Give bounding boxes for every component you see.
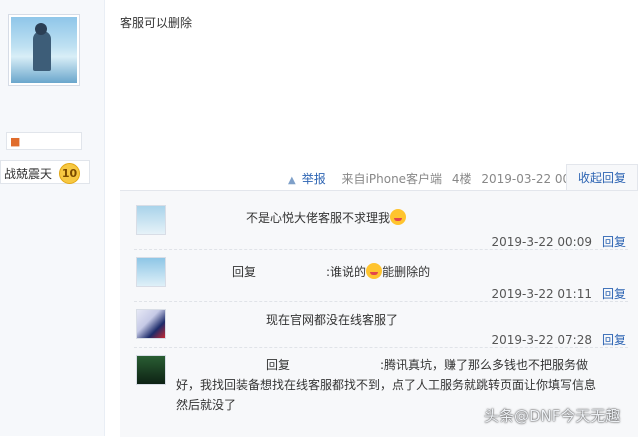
warning-icon: ▲ <box>288 175 296 186</box>
reply-meta: 2019-3-22 00:09 回复 <box>491 233 626 250</box>
reply-content-end: 然后就没了 <box>176 398 237 412</box>
reply-time: 2019-3-22 01:11 <box>491 287 592 301</box>
reply-button[interactable]: 回复 <box>602 235 626 249</box>
reply-content-continued: 好，我找回装备想找在线客服都找不到，点了人工服务就跳转页面让你填写信息 <box>176 378 597 392</box>
thinking-emoji-icon <box>366 263 383 279</box>
post-source: 来自iPhone客户端 <box>341 172 443 186</box>
post-content: 客服可以删除 <box>120 16 193 30</box>
post-meta: ▲ 举报 来自iPhone客户端 4楼 2019-03-22 00:03 <box>288 170 596 186</box>
divider <box>134 249 628 250</box>
reply-list: 不是心悦大佬客服不求理我 2019-3-22 00:09 回复 回复 :谁说的 能删除… <box>120 190 638 437</box>
avatar-image <box>11 17 77 83</box>
reply-meta: 2019-3-22 01:11 回复 <box>491 285 626 302</box>
reply-line-1: 回复 :腾讯真坑，赚了那么多钱也不把服务做 <box>176 355 632 375</box>
reply-content-suffix: 能删除的 <box>382 265 431 279</box>
reply-prefix: 回复 <box>266 358 291 372</box>
reply-prefix: 回复 <box>232 265 257 279</box>
reply-text: 回复 :谁说的 能删除的 <box>176 263 430 280</box>
reply-content: 现在官网都没在线客服了 <box>266 313 399 327</box>
reply-avatar[interactable] <box>136 257 166 287</box>
report-label: 举报 <box>301 172 326 186</box>
game-badge[interactable]: ■ <box>6 132 82 150</box>
reply-text: 不是心悦大佬客服不求理我 <box>176 209 407 226</box>
reply-content: 不是心悦大佬客服不求理我 <box>246 211 391 225</box>
reply-button[interactable]: 回复 <box>602 333 626 347</box>
reply-line-2: 好，我找回装备想找在线客服都找不到，点了人工服务就跳转页面让你填写信息 <box>120 375 632 395</box>
level-title: 战兢震天 <box>4 167 53 181</box>
reply-text: 现在官网都没在线客服了 <box>176 311 398 328</box>
user-avatar[interactable] <box>8 14 80 86</box>
user-level[interactable]: 战兢震天 10 <box>0 160 90 184</box>
reply-avatar[interactable] <box>136 205 166 235</box>
smile-emoji-icon <box>390 209 407 225</box>
divider <box>134 301 628 302</box>
watermark: 头条@DNF今天无趣 <box>484 407 621 425</box>
level-number-badge: 10 <box>59 163 80 184</box>
reply-time: 2019-3-22 07:28 <box>491 333 592 347</box>
user-sidebar: ■ 战兢震天 10 <box>0 0 105 436</box>
report-link[interactable]: ▲ 举报 <box>288 172 332 186</box>
reply-avatar[interactable] <box>136 309 166 339</box>
reply-meta: 2019-3-22 07:28 回复 <box>491 331 626 348</box>
reply-content: :腾讯真坑，赚了那么多钱也不把服务做 <box>380 358 589 372</box>
post-floor: 4楼 <box>451 172 472 186</box>
divider <box>134 347 628 348</box>
gamepad-icon: ■ <box>10 135 21 148</box>
collapse-replies-button[interactable]: 收起回复 <box>566 164 638 190</box>
reply-time: 2019-3-22 00:09 <box>491 235 592 249</box>
reply-content: :谁说的 <box>326 265 367 279</box>
reply-button[interactable]: 回复 <box>602 287 626 301</box>
